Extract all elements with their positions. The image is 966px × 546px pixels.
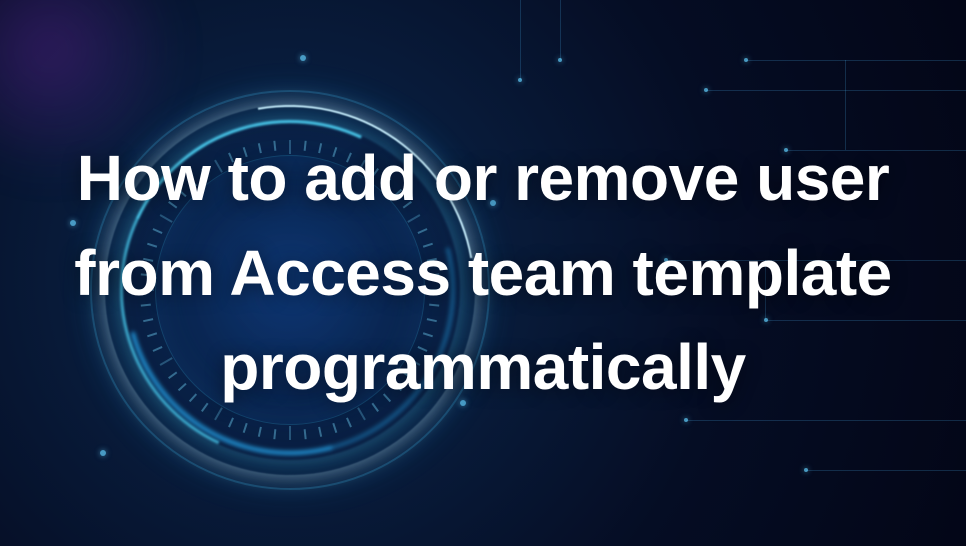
page-title: How to add or remove user from Access te… (40, 131, 926, 415)
heading-container: How to add or remove user from Access te… (0, 0, 966, 546)
